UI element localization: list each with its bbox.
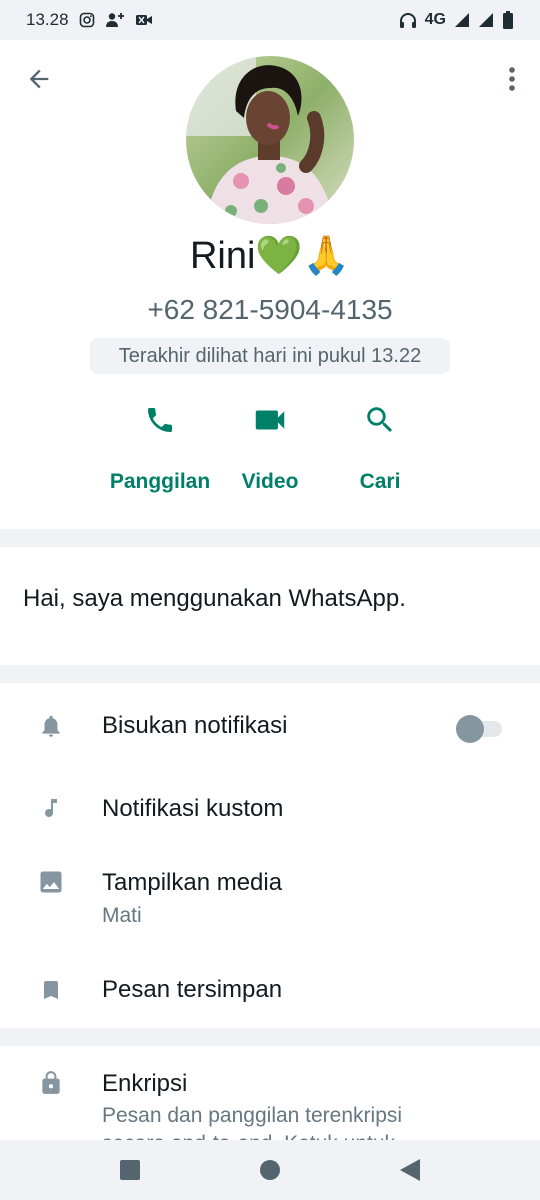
saved-messages-row[interactable]: Pesan tersimpan — [0, 949, 540, 1028]
mute-label: Bisukan notifikasi — [102, 712, 288, 739]
about-text: Hai, saya menggunakan WhatsApp. — [23, 585, 406, 612]
saved-messages-label: Pesan tersimpan — [102, 976, 283, 1003]
mute-toggle[interactable] — [456, 715, 502, 743]
more-options-button[interactable] — [502, 62, 522, 96]
triangle-back-icon — [400, 1159, 420, 1181]
signal-icon — [454, 12, 470, 28]
encryption-section: Enkripsi Pesan dan panggilan terenkripsi… — [0, 1046, 540, 1140]
back-button[interactable] — [22, 62, 56, 96]
custom-notifications-row[interactable]: Notifikasi kustom — [0, 771, 540, 849]
encryption-row[interactable]: Enkripsi Pesan dan panggilan terenkripsi… — [0, 1046, 540, 1140]
media-visibility-value: Mati — [102, 904, 142, 927]
search-button[interactable]: Cari — [320, 400, 440, 494]
video-label: Video — [241, 470, 299, 493]
back-nav-button[interactable] — [390, 1150, 430, 1190]
lock-icon — [36, 1068, 66, 1098]
contact-header: Rini💚🙏 +62 821-5904-4135 Terakhir diliha… — [0, 40, 540, 529]
status-time: 13.28 — [26, 10, 69, 29]
encryption-description-cut: secara end-to-end. Ketuk untuk — [102, 1132, 395, 1140]
circle-icon — [260, 1160, 280, 1180]
status-bar: 13.28 4G — [0, 0, 540, 40]
person-add-icon — [105, 12, 125, 28]
bookmark-icon — [36, 975, 66, 1005]
contact-name: Rini💚🙏 — [189, 235, 351, 277]
bell-icon — [36, 711, 66, 741]
image-icon — [36, 867, 66, 897]
square-icon — [120, 1160, 140, 1180]
media-visibility-label: Tampilkan media — [102, 869, 283, 896]
profile-photo[interactable] — [186, 56, 354, 224]
search-icon — [360, 400, 400, 440]
custom-notifications-label: Notifikasi kustom — [102, 795, 284, 822]
video-icon — [250, 400, 290, 440]
music-note-icon — [36, 793, 66, 823]
network-type: 4G — [424, 11, 446, 28]
last-seen-status: Terakhir dilihat hari ini pukul 13.22 — [90, 338, 450, 374]
arrow-back-icon — [29, 69, 49, 89]
video-off-icon — [135, 13, 153, 27]
call-label: Panggilan — [109, 470, 211, 493]
media-visibility-row[interactable]: Tampilkan media Mati — [0, 849, 540, 949]
mute-notifications-row[interactable]: Bisukan notifikasi — [0, 683, 540, 771]
about-section[interactable]: Hai, saya menggunakan WhatsApp. — [0, 547, 540, 665]
phone-icon — [140, 400, 180, 440]
more-vert-icon — [509, 67, 515, 91]
search-label: Cari — [359, 470, 401, 493]
video-call-button[interactable]: Video — [210, 400, 330, 494]
recents-button[interactable] — [110, 1150, 150, 1190]
battery-icon — [502, 11, 514, 29]
instagram-icon — [79, 12, 95, 28]
signal-icon — [478, 12, 494, 28]
headphones-icon — [399, 12, 417, 28]
settings-section: Bisukan notifikasi Notifikasi kustom Tam… — [0, 683, 540, 1028]
call-button[interactable]: Panggilan — [100, 400, 220, 494]
system-nav-bar — [0, 1140, 540, 1200]
home-button[interactable] — [250, 1150, 290, 1190]
encryption-description: Pesan dan panggilan terenkripsi — [102, 1104, 403, 1127]
contact-phone: +62 821-5904-4135 — [147, 294, 393, 325]
encryption-label: Enkripsi — [102, 1070, 188, 1097]
